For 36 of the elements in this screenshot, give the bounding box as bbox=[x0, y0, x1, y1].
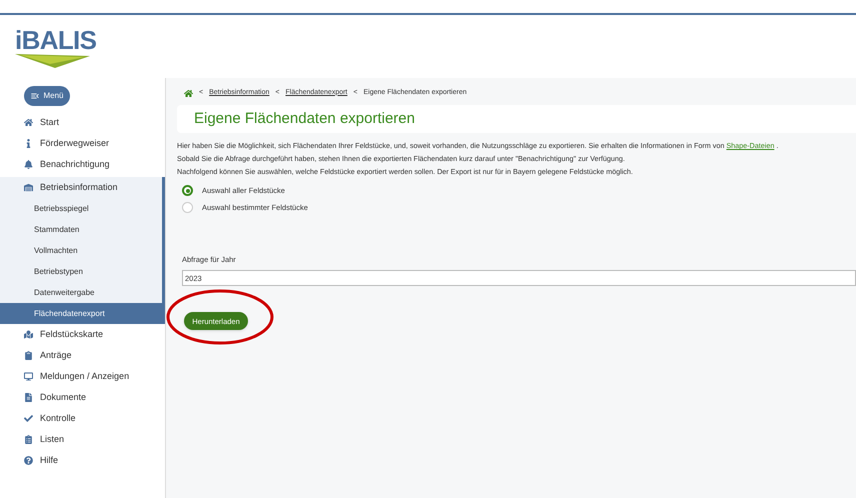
sidebar-item[interactable]: Förderwegweiser bbox=[0, 133, 165, 154]
map-icon bbox=[24, 330, 33, 339]
sidebar-item[interactable]: Listen bbox=[0, 429, 165, 450]
help-icon bbox=[24, 456, 33, 465]
menu-icon bbox=[30, 91, 40, 101]
sidebar-item[interactable]: Betriebsinformation bbox=[0, 177, 162, 198]
bell-icon bbox=[24, 160, 33, 169]
sidebar-item[interactable]: Kontrolle bbox=[0, 408, 165, 429]
building-icon bbox=[24, 183, 33, 192]
sidebar-item[interactable]: Dokumente bbox=[0, 387, 165, 408]
sidebar-subitem[interactable]: Vollmachten bbox=[0, 240, 162, 261]
radio-button[interactable] bbox=[182, 185, 193, 196]
sidebar-item[interactable]: Feldstückskarte bbox=[0, 324, 165, 345]
monitor-icon bbox=[24, 372, 33, 381]
sidebar-subitem[interactable]: Stammdaten bbox=[0, 219, 162, 240]
sidebar-subitem[interactable]: Betriebsspiegel bbox=[0, 198, 162, 219]
menu-button[interactable]: Menü bbox=[24, 86, 70, 106]
home-icon[interactable] bbox=[184, 88, 193, 98]
sidebar-item[interactable]: Anträge bbox=[0, 345, 165, 366]
list-icon bbox=[24, 435, 33, 444]
info-icon bbox=[24, 139, 33, 148]
sidebar-subitem[interactable]: Flächendatenexport bbox=[0, 303, 165, 324]
clipboard-icon bbox=[24, 351, 33, 360]
radio-button[interactable] bbox=[182, 202, 193, 214]
check-icon bbox=[24, 414, 33, 423]
document-icon bbox=[24, 393, 33, 402]
sidebar-subitem[interactable]: Betriebstypen bbox=[0, 261, 162, 282]
sidebar-item[interactable]: Benachrichtigung bbox=[0, 154, 165, 175]
sidebar-item[interactable]: Start bbox=[0, 112, 165, 133]
field-stripes-icon bbox=[15, 54, 90, 68]
home-icon bbox=[24, 118, 33, 127]
sidebar-item[interactable]: Meldungen / Anzeigen bbox=[0, 366, 165, 387]
page-title: Eigene Flächendaten exportieren bbox=[194, 108, 415, 129]
sidebar-item[interactable]: Hilfe bbox=[0, 450, 165, 471]
sidebar-subitem[interactable]: Datenweitergabe bbox=[0, 282, 162, 303]
logo-text: iBALIS bbox=[15, 26, 96, 54]
